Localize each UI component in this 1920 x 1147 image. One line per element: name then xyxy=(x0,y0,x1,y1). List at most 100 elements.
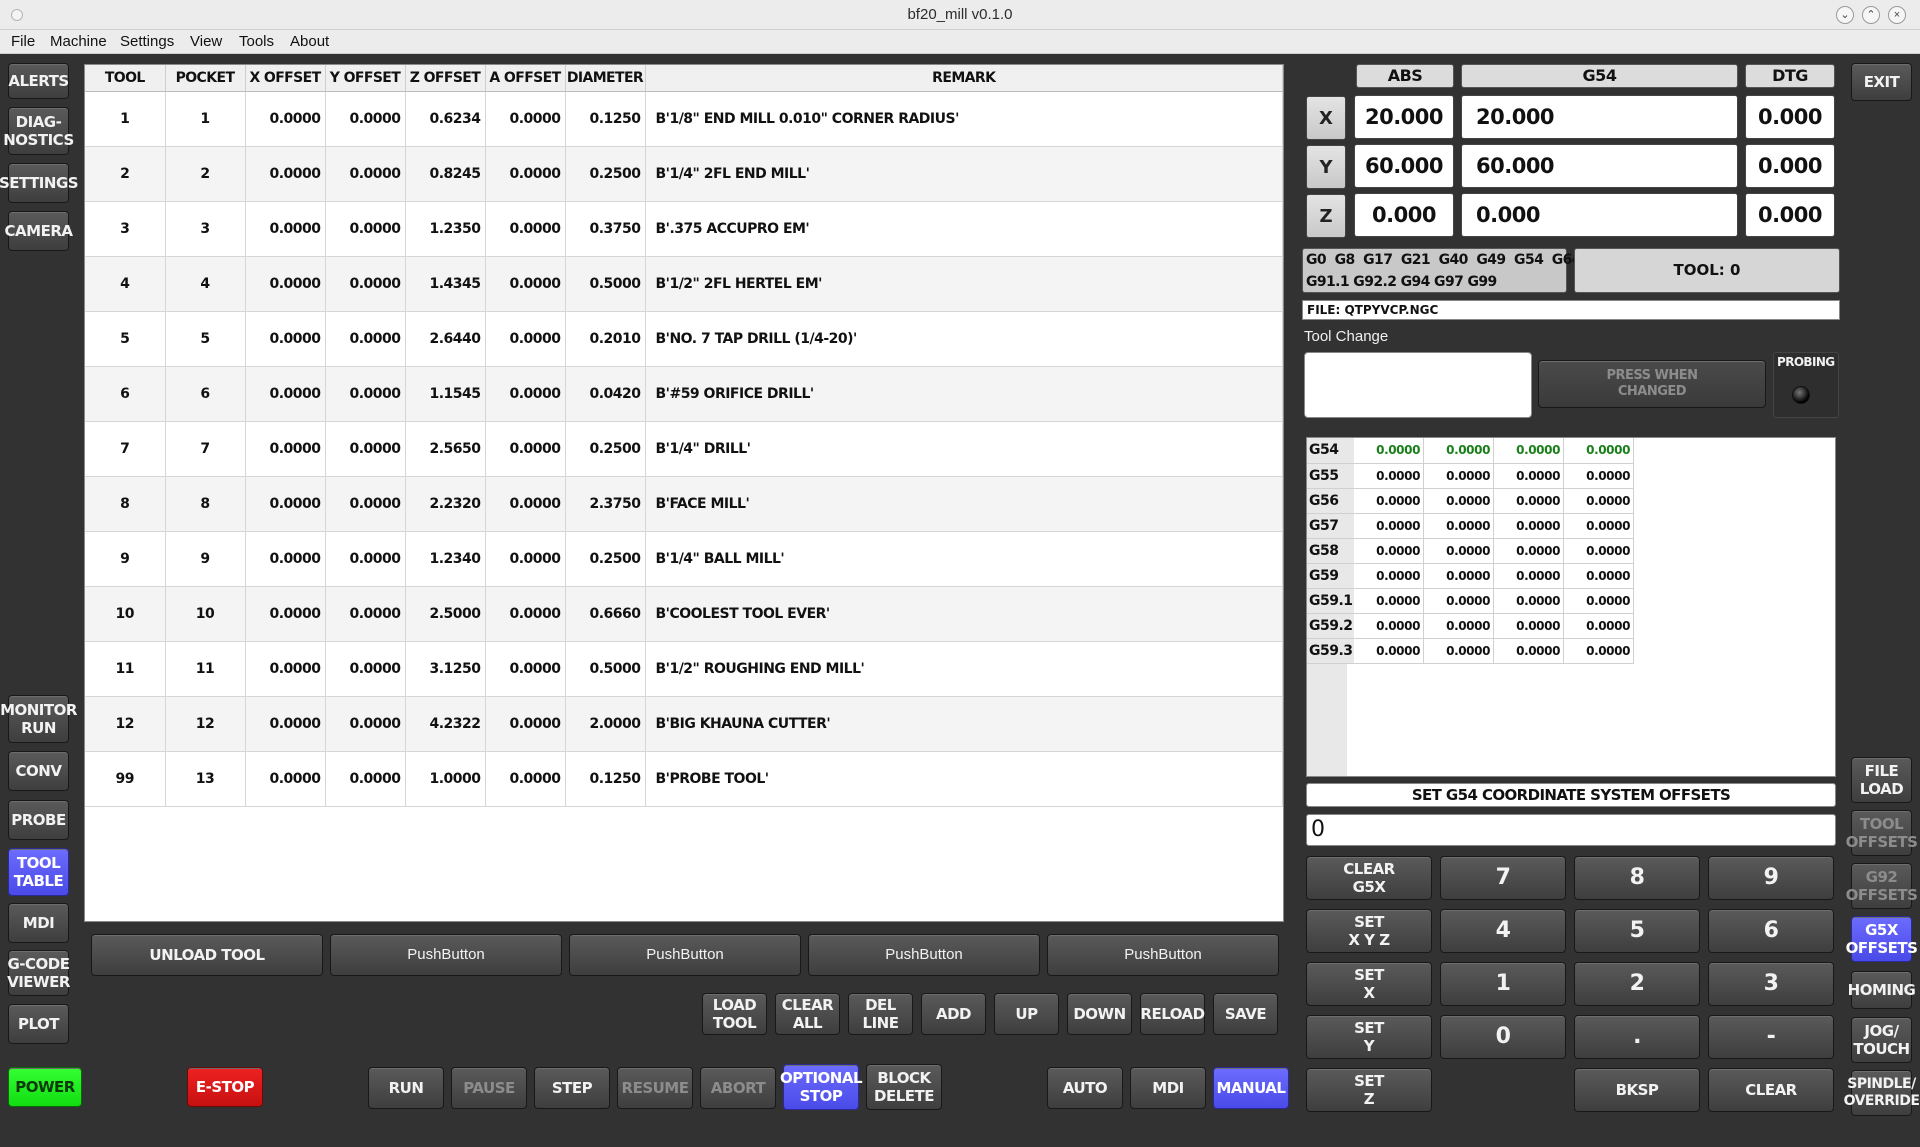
cell-tool-number[interactable]: 7 xyxy=(85,421,166,477)
cell-tool-number[interactable]: 4 xyxy=(85,256,166,312)
step-button[interactable]: STEP xyxy=(534,1067,610,1109)
cell-tool-number[interactable]: 12 xyxy=(85,696,166,752)
cell-remark[interactable]: B'#59 ORIFICE DRILL' xyxy=(645,366,1283,422)
reload-button[interactable]: RELOAD xyxy=(1140,993,1205,1035)
header-remark[interactable]: REMARK xyxy=(645,65,1283,92)
table-row[interactable]: 12 12 0.0000 0.0000 4.2322 0.0000 2.0000 B'BIG … xyxy=(85,696,1283,752)
cell-a-offset[interactable]: 0.0000 xyxy=(485,256,566,312)
offset-row-label[interactable]: G56 xyxy=(1307,488,1354,514)
table-row[interactable]: 7 7 0.0000 0.0000 2.5650 0.0000 0.2500 B'1/4" D… xyxy=(85,421,1283,477)
clear-g5x-button[interactable]: CLEAR G5X xyxy=(1306,856,1432,900)
cell-pocket[interactable]: 4 xyxy=(165,256,246,312)
cell-diameter[interactable]: 0.2500 xyxy=(565,531,646,587)
offset-cell[interactable]: 0.0000 xyxy=(1353,538,1425,564)
cell-y-offset[interactable]: 0.0000 xyxy=(325,146,406,202)
minimize-icon[interactable]: ⌄ xyxy=(1836,6,1854,24)
offset-cell[interactable]: 0.0000 xyxy=(1493,538,1565,564)
table-row[interactable]: 1 1 0.0000 0.0000 0.6234 0.0000 0.1250 B'1/8" E… xyxy=(85,91,1283,147)
cell-x-offset[interactable]: 0.0000 xyxy=(245,476,326,532)
offset-row-label[interactable]: G58 xyxy=(1307,538,1354,564)
cell-remark[interactable]: B'1/4" DRILL' xyxy=(645,421,1283,477)
offset-row-label[interactable]: G59.1 xyxy=(1307,588,1354,614)
tool-offsets-button[interactable]: TOOL OFFSETS xyxy=(1846,810,1918,856)
cell-x-offset[interactable]: 0.0000 xyxy=(245,696,326,752)
cell-pocket[interactable]: 13 xyxy=(165,751,246,807)
key-5-button[interactable]: 5 xyxy=(1574,909,1700,953)
cell-z-offset[interactable]: 3.1250 xyxy=(405,641,486,697)
jog-touch-button[interactable]: JOG/ TOUCH xyxy=(1851,1017,1912,1063)
g5x-offsets-button[interactable]: G5X OFFSETS xyxy=(1846,916,1918,962)
key-2-button[interactable]: 2 xyxy=(1574,962,1700,1006)
plot-button[interactable]: PLOT xyxy=(8,1004,69,1044)
key-1-button[interactable]: 1 xyxy=(1440,962,1566,1006)
cell-z-offset[interactable]: 2.5000 xyxy=(405,586,486,642)
offset-cell[interactable]: 0.0000 xyxy=(1563,463,1635,489)
cell-remark[interactable]: B'BIG KHAUNA CUTTER' xyxy=(645,696,1283,752)
cell-pocket[interactable]: 10 xyxy=(165,586,246,642)
mdi-nav-button[interactable]: MDI xyxy=(8,903,69,943)
camera-button[interactable]: CAMERA xyxy=(5,211,73,251)
cell-a-offset[interactable]: 0.0000 xyxy=(485,586,566,642)
cell-pocket[interactable]: 1 xyxy=(165,91,246,147)
menu-settings[interactable]: Settings xyxy=(118,30,176,54)
offset-row[interactable]: G55 0.0000 0.0000 0.0000 0.0000 xyxy=(1307,463,1635,489)
offset-cell[interactable]: 0.0000 xyxy=(1493,563,1565,589)
cell-tool-number[interactable]: 6 xyxy=(85,366,166,422)
probe-button[interactable]: PROBE xyxy=(8,800,69,840)
cell-tool-number[interactable]: 5 xyxy=(85,311,166,367)
cell-tool-number[interactable]: 8 xyxy=(85,476,166,532)
cell-z-offset[interactable]: 0.8245 xyxy=(405,146,486,202)
cell-pocket[interactable]: 3 xyxy=(165,201,246,257)
cell-y-offset[interactable]: 0.0000 xyxy=(325,421,406,477)
unload-tool-button[interactable]: UNLOAD TOOL xyxy=(91,934,323,976)
key-3-button[interactable]: 3 xyxy=(1708,962,1834,1006)
offset-cell[interactable]: 0.0000 xyxy=(1423,463,1495,489)
cell-remark[interactable]: B'FACE MILL' xyxy=(645,476,1283,532)
cell-remark[interactable]: B'1/8" END MILL 0.010" CORNER RADIUS' xyxy=(645,91,1283,147)
key-dot-button[interactable]: . xyxy=(1574,1015,1700,1059)
key-8-button[interactable]: 8 xyxy=(1574,856,1700,900)
homing-button[interactable]: HOMING xyxy=(1848,971,1916,1009)
cell-diameter[interactable]: 0.5000 xyxy=(565,641,646,697)
set-x-button[interactable]: SET X xyxy=(1306,962,1432,1006)
cell-a-offset[interactable]: 0.0000 xyxy=(485,91,566,147)
manual-mode-button[interactable]: MANUAL xyxy=(1213,1067,1289,1109)
key-4-button[interactable]: 4 xyxy=(1440,909,1566,953)
cell-a-offset[interactable]: 0.0000 xyxy=(485,476,566,532)
cell-z-offset[interactable]: 4.2322 xyxy=(405,696,486,752)
table-row[interactable]: 9 9 0.0000 0.0000 1.2340 0.0000 0.2500 B'1/4" B… xyxy=(85,531,1283,587)
offset-cell[interactable]: 0.0000 xyxy=(1493,638,1565,664)
cell-tool-number[interactable]: 10 xyxy=(85,586,166,642)
cell-remark[interactable]: B'NO. 7 TAP DRILL (1/4-20)' xyxy=(645,311,1283,367)
offset-cell[interactable]: 0.0000 xyxy=(1423,538,1495,564)
menu-machine[interactable]: Machine xyxy=(48,30,109,54)
offset-cell[interactable]: 0.0000 xyxy=(1423,563,1495,589)
power-button[interactable]: POWER xyxy=(8,1067,82,1107)
cell-a-offset[interactable]: 0.0000 xyxy=(485,421,566,477)
menu-tools[interactable]: Tools xyxy=(237,30,276,54)
cell-diameter[interactable]: 0.6660 xyxy=(565,586,646,642)
clear-all-button[interactable]: CLEAR ALL xyxy=(775,993,840,1035)
cell-pocket[interactable]: 12 xyxy=(165,696,246,752)
offset-row-label[interactable]: G57 xyxy=(1307,513,1354,539)
key-0-button[interactable]: 0 xyxy=(1440,1015,1566,1059)
resume-button[interactable]: RESUME xyxy=(617,1067,693,1109)
cell-z-offset[interactable]: 1.0000 xyxy=(405,751,486,807)
offset-row[interactable]: G54 0.0000 0.0000 0.0000 0.0000 xyxy=(1307,438,1635,464)
table-row[interactable]: 6 6 0.0000 0.0000 1.1545 0.0000 0.0420 B'#59 OR… xyxy=(85,366,1283,422)
table-row[interactable]: 5 5 0.0000 0.0000 2.6440 0.0000 0.2010 B'NO. 7 … xyxy=(85,311,1283,367)
offset-row[interactable]: G59.3 0.0000 0.0000 0.0000 0.0000 xyxy=(1307,638,1635,664)
cell-tool-number[interactable]: 9 xyxy=(85,531,166,587)
axis-y-button[interactable]: Y xyxy=(1306,145,1346,189)
offset-cell[interactable]: 0.0000 xyxy=(1353,563,1425,589)
cell-z-offset[interactable]: 0.6234 xyxy=(405,91,486,147)
alerts-button[interactable]: ALERTS xyxy=(8,63,69,99)
push-button-1[interactable]: PushButton xyxy=(330,934,562,976)
abort-button[interactable]: ABORT xyxy=(700,1067,776,1109)
cell-x-offset[interactable]: 0.0000 xyxy=(245,641,326,697)
header-y-offset[interactable]: Y OFFSET xyxy=(325,65,406,92)
offset-cell[interactable]: 0.0000 xyxy=(1493,438,1565,464)
table-row[interactable]: 10 10 0.0000 0.0000 2.5000 0.0000 0.6660 B'COOL… xyxy=(85,586,1283,642)
offset-cell[interactable]: 0.0000 xyxy=(1353,588,1425,614)
cell-x-offset[interactable]: 0.0000 xyxy=(245,586,326,642)
